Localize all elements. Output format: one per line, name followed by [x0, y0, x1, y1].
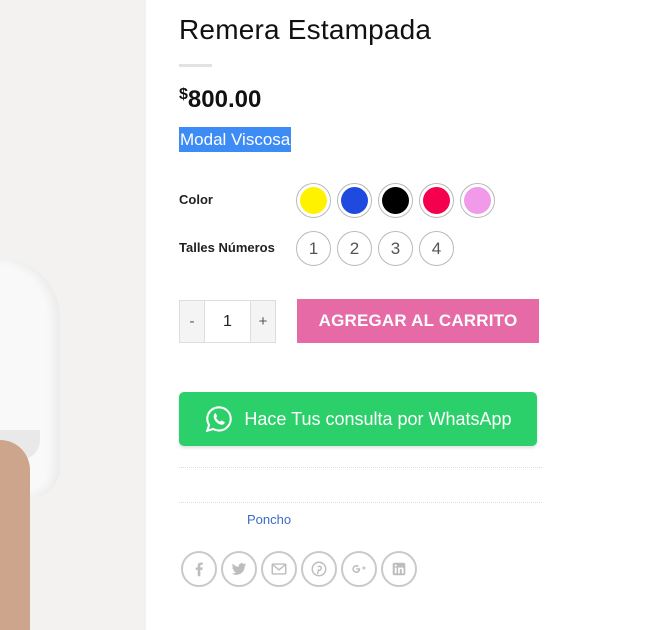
product-title: Remera Estampada: [179, 14, 432, 45]
color-swatch-blue[interactable]: [337, 183, 372, 218]
swatch-dot: [300, 187, 327, 214]
swatch-dot: [382, 187, 409, 214]
whatsapp-button[interactable]: Hace Tus consulta por WhatsApp: [179, 392, 537, 446]
divider: [179, 502, 542, 503]
facebook-icon[interactable]: [181, 551, 217, 587]
share-icons: [181, 551, 417, 587]
email-icon[interactable]: [261, 551, 297, 587]
quantity-stepper: - 1 +: [179, 300, 276, 343]
size-option-3[interactable]: 3: [378, 231, 413, 266]
color-label: Color: [179, 192, 213, 207]
swatch-dot: [341, 187, 368, 214]
price-amount: 800.00: [187, 86, 262, 113]
size-options: 1 2 3 4: [296, 231, 454, 266]
google-plus-glyph: [352, 565, 366, 573]
size-option-4[interactable]: 4: [419, 231, 454, 266]
product-price: $800.00: [179, 86, 261, 114]
price-currency: $: [179, 86, 188, 103]
pinterest-icon[interactable]: [301, 551, 337, 587]
add-to-cart-button[interactable]: AGREGAR AL CARRITO: [297, 299, 539, 343]
product-material: Modal Viscosa: [179, 127, 292, 152]
color-swatch-black[interactable]: [378, 183, 413, 218]
linkedin-icon[interactable]: [381, 551, 417, 587]
twitter-glyph: [231, 563, 247, 575]
quantity-increase-button[interactable]: +: [250, 301, 275, 342]
size-option-2[interactable]: 2: [337, 231, 372, 266]
color-swatch-pink[interactable]: [460, 183, 495, 218]
google-plus-icon[interactable]: [341, 551, 377, 587]
color-swatches: [296, 183, 495, 218]
product-image[interactable]: [0, 0, 146, 630]
twitter-icon[interactable]: [221, 551, 257, 587]
swatch-dot: [464, 187, 491, 214]
arm-graphic: [0, 440, 30, 630]
facebook-glyph: [195, 562, 203, 577]
pinterest-glyph: [311, 561, 327, 577]
whatsapp-label: Hace Tus consulta por WhatsApp: [244, 408, 512, 429]
brand-link[interactable]: Poncho: [247, 512, 291, 527]
whatsapp-icon: [206, 406, 233, 433]
quantity-input[interactable]: 1: [205, 301, 250, 342]
quantity-decrease-button[interactable]: -: [180, 301, 205, 342]
email-glyph: [271, 563, 287, 575]
color-swatch-red[interactable]: [419, 183, 454, 218]
title-divider: [179, 64, 212, 67]
color-swatch-yellow[interactable]: [296, 183, 331, 218]
size-option-1[interactable]: 1: [296, 231, 331, 266]
linkedin-glyph: [392, 562, 406, 576]
size-label: Talles Números: [179, 240, 275, 255]
divider: [179, 467, 542, 468]
swatch-dot: [423, 187, 450, 214]
